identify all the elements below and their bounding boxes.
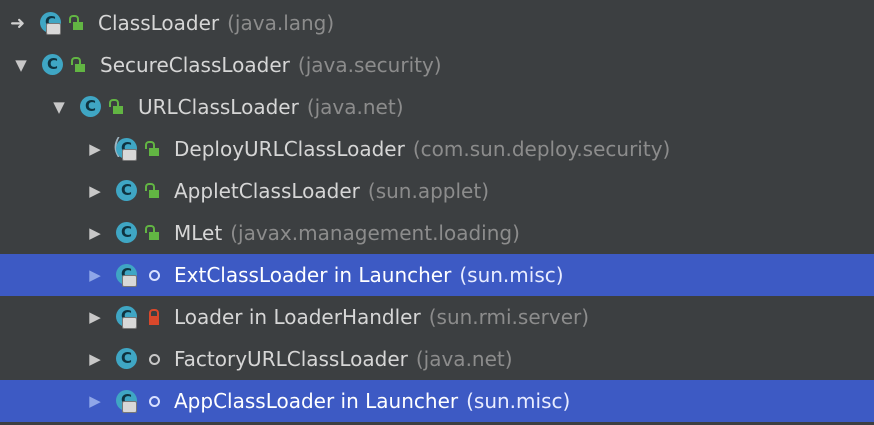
tree-row-name: AppletClassLoader [174, 179, 360, 203]
tree-row-name: DeployURLClassLoader [174, 137, 405, 161]
tree-row-package: (sun.rmi.server) [428, 305, 590, 329]
tree-row-secureclassloader[interactable]: ▼ C SecureClassLoader (java.security) [0, 44, 874, 86]
tree-row-package: (sun.applet) [367, 179, 489, 203]
tree-row-name: FactoryURLClassLoader [174, 347, 408, 371]
collapsed-arrow-icon[interactable]: ▶ [84, 308, 106, 326]
class-icon: ( C [110, 135, 140, 162]
public-lock-icon [144, 223, 164, 243]
private-lock-icon [144, 307, 164, 327]
tree-row-package: (sun.misc) [459, 263, 564, 287]
tree-row-package: (javax.management.loading) [230, 221, 520, 245]
tree-row-name: Loader in LoaderHandler [174, 305, 421, 329]
public-lock-icon [70, 55, 90, 75]
tree-row-package: (java.lang) [227, 11, 335, 35]
class-hierarchy-tree: ➜ C ClassLoader (java.lang) ▼ C SecureCl… [0, 0, 874, 425]
tree-row-name: AppClassLoader in Launcher [174, 389, 459, 413]
tree-row-appletclassloader[interactable]: ▶ C AppletClassLoader (sun.applet) [0, 170, 874, 212]
tree-row-package: (java.net) [415, 347, 513, 371]
public-lock-icon [68, 13, 88, 33]
package-private-icon [144, 391, 164, 411]
tree-row-package: (sun.misc) [466, 389, 571, 413]
tree-row-package: (com.sun.deploy.security) [412, 137, 671, 161]
tree-row-name: ExtClassLoader in Launcher [174, 263, 452, 287]
class-icon: C [114, 262, 140, 288]
class-icon: C [40, 52, 66, 78]
tree-row-mlet[interactable]: ▶ C MLet (javax.management.loading) [0, 212, 874, 254]
tree-row-appclassloader[interactable]: ▶ C AppClassLoader in Launcher (sun.misc… [0, 380, 874, 422]
class-icon: C [114, 304, 140, 330]
class-icon: C [114, 388, 140, 414]
tree-row-extclassloader[interactable]: ▶ C ExtClassLoader in Launcher (sun.misc… [0, 254, 874, 296]
tree-row-deployurlclassloader[interactable]: ▶ ( C DeployURLClassLoader (com.sun.depl… [0, 128, 874, 170]
public-lock-icon [144, 139, 164, 159]
tree-row-loader-in-loaderhandler[interactable]: ▶ C Loader in LoaderHandler (sun.rmi.ser… [0, 296, 874, 338]
abstract-class-icon: C [38, 10, 64, 36]
inherit-arrow-icon: ➜ [10, 12, 26, 34]
tree-row-factoryurlclassloader[interactable]: ▶ C FactoryURLClassLoader (java.net) [0, 338, 874, 380]
tree-row-name: MLet [174, 221, 223, 245]
package-private-icon [144, 349, 164, 369]
class-icon: C [114, 220, 140, 246]
class-icon: C [78, 94, 104, 120]
package-private-icon [144, 265, 164, 285]
tree-row-name: URLClassLoader [138, 95, 299, 119]
tree-row-classloader[interactable]: ➜ C ClassLoader (java.lang) [0, 2, 874, 44]
tree-row-name: SecureClassLoader [100, 53, 290, 77]
expanded-arrow-icon[interactable]: ▼ [48, 98, 70, 116]
tree-row-urlclassloader[interactable]: ▼ C URLClassLoader (java.net) [0, 86, 874, 128]
expanded-arrow-icon[interactable]: ▼ [10, 56, 32, 74]
tree-row-package: (java.net) [306, 95, 404, 119]
class-icon: C [114, 346, 140, 372]
collapsed-arrow-icon[interactable]: ▶ [84, 392, 106, 410]
class-icon: C [114, 178, 140, 204]
tree-row-package: (java.security) [297, 53, 442, 77]
collapsed-arrow-icon[interactable]: ▶ [84, 224, 106, 242]
public-lock-icon [108, 97, 128, 117]
collapsed-arrow-icon[interactable]: ▶ [84, 140, 106, 158]
public-lock-icon [144, 181, 164, 201]
tree-row-name: ClassLoader [98, 11, 220, 35]
collapsed-arrow-icon[interactable]: ▶ [84, 182, 106, 200]
collapsed-arrow-icon[interactable]: ▶ [84, 350, 106, 368]
collapsed-arrow-icon[interactable]: ▶ [84, 266, 106, 284]
